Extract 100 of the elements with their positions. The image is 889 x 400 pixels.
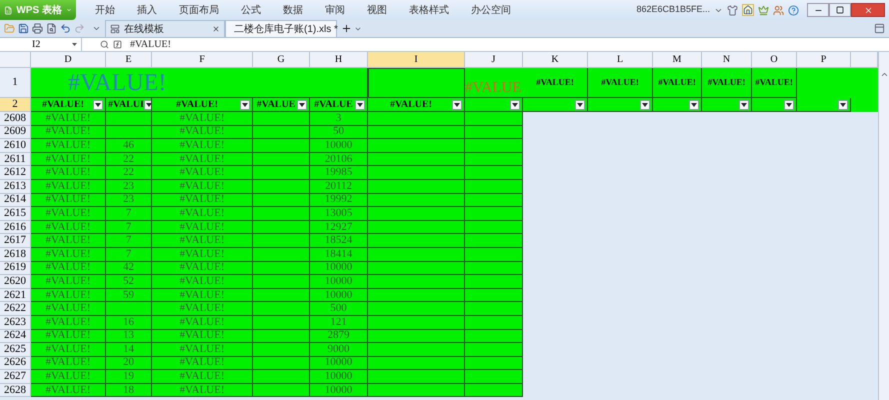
menu-tab[interactable]: 页面布局 (168, 2, 230, 18)
row-header[interactable]: 1 (0, 68, 31, 98)
filter-dropdown-button[interactable] (739, 100, 749, 110)
formula-text[interactable]: #VALUE! (130, 37, 171, 52)
table-cell: 121 (310, 316, 368, 330)
filter-dropdown-button[interactable] (297, 100, 307, 110)
column-header[interactable]: I (368, 52, 465, 67)
table-cell (253, 166, 310, 180)
filter-dropdown-button[interactable] (510, 100, 520, 110)
column-header[interactable]: L (588, 52, 653, 67)
row-header[interactable]: 2624 (0, 330, 31, 344)
filter-dropdown-button[interactable] (689, 100, 699, 110)
vertical-scrollbar[interactable] (878, 52, 889, 400)
row-header[interactable]: 2610 (0, 139, 31, 153)
column-header[interactable]: J (465, 52, 523, 67)
shirt-icon[interactable] (727, 4, 738, 16)
filter-dropdown-button[interactable] (838, 100, 848, 110)
column-header[interactable]: F (152, 52, 253, 67)
row-header[interactable]: 2627 (0, 370, 31, 384)
filter-dropdown-button[interactable] (640, 100, 650, 110)
column-header[interactable]: N (702, 52, 752, 67)
scroll-up-icon[interactable] (880, 70, 888, 79)
row-header[interactable]: 2623 (0, 316, 31, 330)
row-header[interactable]: 2617 (0, 234, 31, 248)
caret-icon[interactable] (92, 24, 101, 33)
caret-icon (357, 102, 363, 106)
column-header[interactable]: K (523, 52, 588, 67)
function-icon[interactable] (113, 40, 122, 49)
row-header[interactable]: 2608 (0, 112, 31, 126)
row-header[interactable]: 2625 (0, 343, 31, 357)
table-cell: #VALUE! (152, 343, 253, 357)
filter-dropdown-button[interactable] (93, 100, 103, 110)
table-cell: #VALUE! (152, 248, 253, 262)
filter-dropdown-button[interactable] (355, 100, 365, 110)
row-header[interactable]: 2621 (0, 288, 31, 302)
column-header[interactable]: O (752, 52, 797, 67)
menu-tab[interactable]: 数据 (272, 2, 314, 18)
table-cell: 500 (310, 302, 368, 316)
filter-dropdown-button[interactable] (784, 100, 794, 110)
row-header[interactable]: 2613 (0, 180, 31, 194)
menu-tab[interactable]: 视图 (356, 2, 398, 18)
print-preview-icon[interactable] (46, 23, 57, 34)
column-header[interactable]: G (253, 52, 310, 67)
row-header[interactable]: 2622 (0, 302, 31, 316)
table-cell: #VALUE! (31, 370, 106, 384)
menu-tab[interactable]: 审阅 (314, 2, 356, 18)
crown-icon[interactable] (758, 4, 769, 16)
home-icon[interactable] (742, 4, 754, 16)
filter-dropdown-button[interactable] (144, 100, 151, 110)
menu-tab[interactable]: 公式 (230, 2, 272, 18)
table-cell: 3 (310, 112, 368, 126)
row-header[interactable]: 2614 (0, 194, 31, 208)
row-header[interactable]: 2616 (0, 220, 31, 234)
table-cell: 14 (106, 343, 152, 357)
row-header[interactable]: 2626 (0, 356, 31, 370)
filter-dropdown-button[interactable] (240, 100, 250, 110)
document-tab[interactable]: 在线模板 (105, 20, 225, 37)
menu-tab[interactable]: 办公空间 (460, 2, 522, 18)
caret-icon (642, 102, 648, 106)
table-cell (106, 302, 152, 316)
row-header[interactable]: 2611 (0, 152, 31, 166)
search-icon[interactable] (100, 40, 109, 49)
save-icon[interactable] (18, 23, 29, 34)
column-header[interactable]: D (31, 52, 106, 67)
row-header[interactable]: 2612 (0, 166, 31, 180)
row-header[interactable]: 2615 (0, 207, 31, 221)
close-tab-icon[interactable] (212, 25, 220, 33)
document-tab[interactable]: 二楼仓库电子账(1).xls * (225, 20, 337, 37)
row-header[interactable]: 2 (0, 98, 31, 112)
column-header[interactable]: E (106, 52, 152, 67)
people-icon[interactable] (773, 4, 784, 16)
maximize-button[interactable] (829, 3, 851, 17)
menu-tab[interactable]: 开始 (84, 2, 126, 18)
print-icon[interactable] (32, 23, 43, 34)
table-cell (253, 194, 310, 208)
undo-icon[interactable] (60, 23, 71, 34)
menu-tab[interactable]: 插入 (126, 2, 168, 18)
table-cell (253, 302, 310, 316)
table-cell: 19985 (310, 166, 368, 180)
filter-dropdown-button[interactable] (575, 100, 585, 110)
table-cell: 12927 (310, 220, 368, 234)
row-header[interactable]: 2618 (0, 248, 31, 262)
row-header[interactable]: 2628 (0, 384, 31, 398)
filter-dropdown-button[interactable] (452, 100, 462, 110)
row-header[interactable]: 2619 (0, 262, 31, 276)
caret-icon (454, 102, 460, 106)
table-cell: #VALUE! (31, 112, 106, 126)
column-header[interactable]: P (797, 52, 851, 67)
new-tab-icon[interactable] (341, 23, 352, 34)
row-header[interactable]: 2609 (0, 126, 31, 140)
table-cell: #VALUE! (152, 288, 253, 302)
row-header[interactable]: 2620 (0, 275, 31, 289)
column-header[interactable]: M (653, 52, 702, 67)
account-name[interactable]: 862E6CB1B5FE... (636, 3, 710, 17)
table-cell: 52 (106, 275, 152, 289)
ribbon-toggle-icon[interactable] (874, 23, 885, 34)
menu-tab[interactable]: 表格样式 (398, 2, 460, 18)
table-cell: #VALUE! (152, 330, 253, 344)
table-cell (465, 356, 523, 370)
help-icon[interactable] (788, 4, 799, 16)
